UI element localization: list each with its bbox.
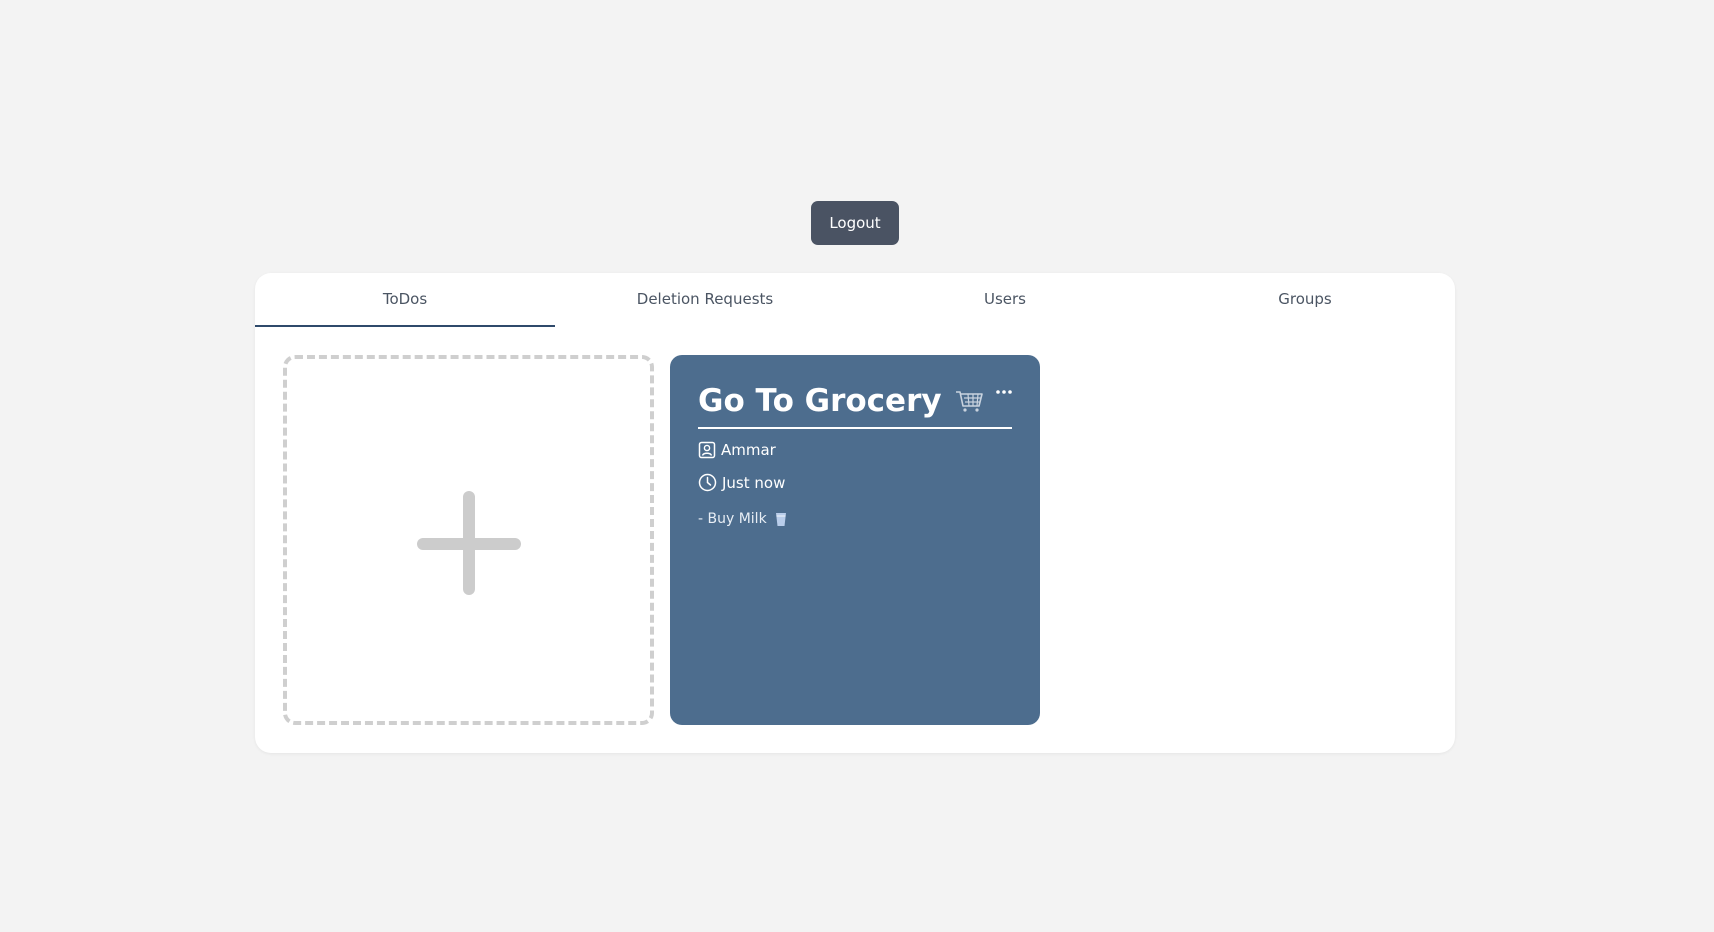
tab-users[interactable]: Users — [855, 273, 1155, 327]
clock-icon — [698, 473, 717, 492]
page: Logout ToDos Deletion Requests Users Gro… — [0, 0, 1714, 932]
user-icon — [698, 441, 716, 459]
tab-bar: ToDos Deletion Requests Users Groups — [255, 273, 1455, 327]
shopping-cart-icon — [955, 391, 983, 412]
todo-author: Ammar — [721, 441, 776, 459]
tab-deletion-requests[interactable]: Deletion Requests — [555, 273, 855, 327]
todo-card[interactable]: Go To Grocery Ammar Just now - Buy Milk — [670, 355, 1040, 725]
tab-groups[interactable]: Groups — [1155, 273, 1455, 327]
plus-icon-vertical — [463, 491, 475, 595]
tab-todos[interactable]: ToDos — [255, 273, 555, 327]
todo-item-text: - Buy Milk — [698, 511, 767, 527]
more-options-icon[interactable] — [992, 385, 1016, 399]
todo-time-row: Just now — [698, 473, 785, 492]
todo-panel: ToDos Deletion Requests Users Groups Go … — [255, 273, 1455, 753]
logout-button[interactable]: Logout — [811, 201, 899, 245]
add-todo-card[interactable] — [283, 355, 654, 725]
milk-glass-icon — [775, 512, 786, 526]
todo-title-row: Go To Grocery — [698, 381, 1012, 429]
todo-time: Just now — [722, 473, 786, 492]
todo-list-item: - Buy Milk — [698, 511, 787, 527]
todo-author-row: Ammar — [698, 441, 776, 459]
todo-title: Go To Grocery — [698, 383, 942, 419]
